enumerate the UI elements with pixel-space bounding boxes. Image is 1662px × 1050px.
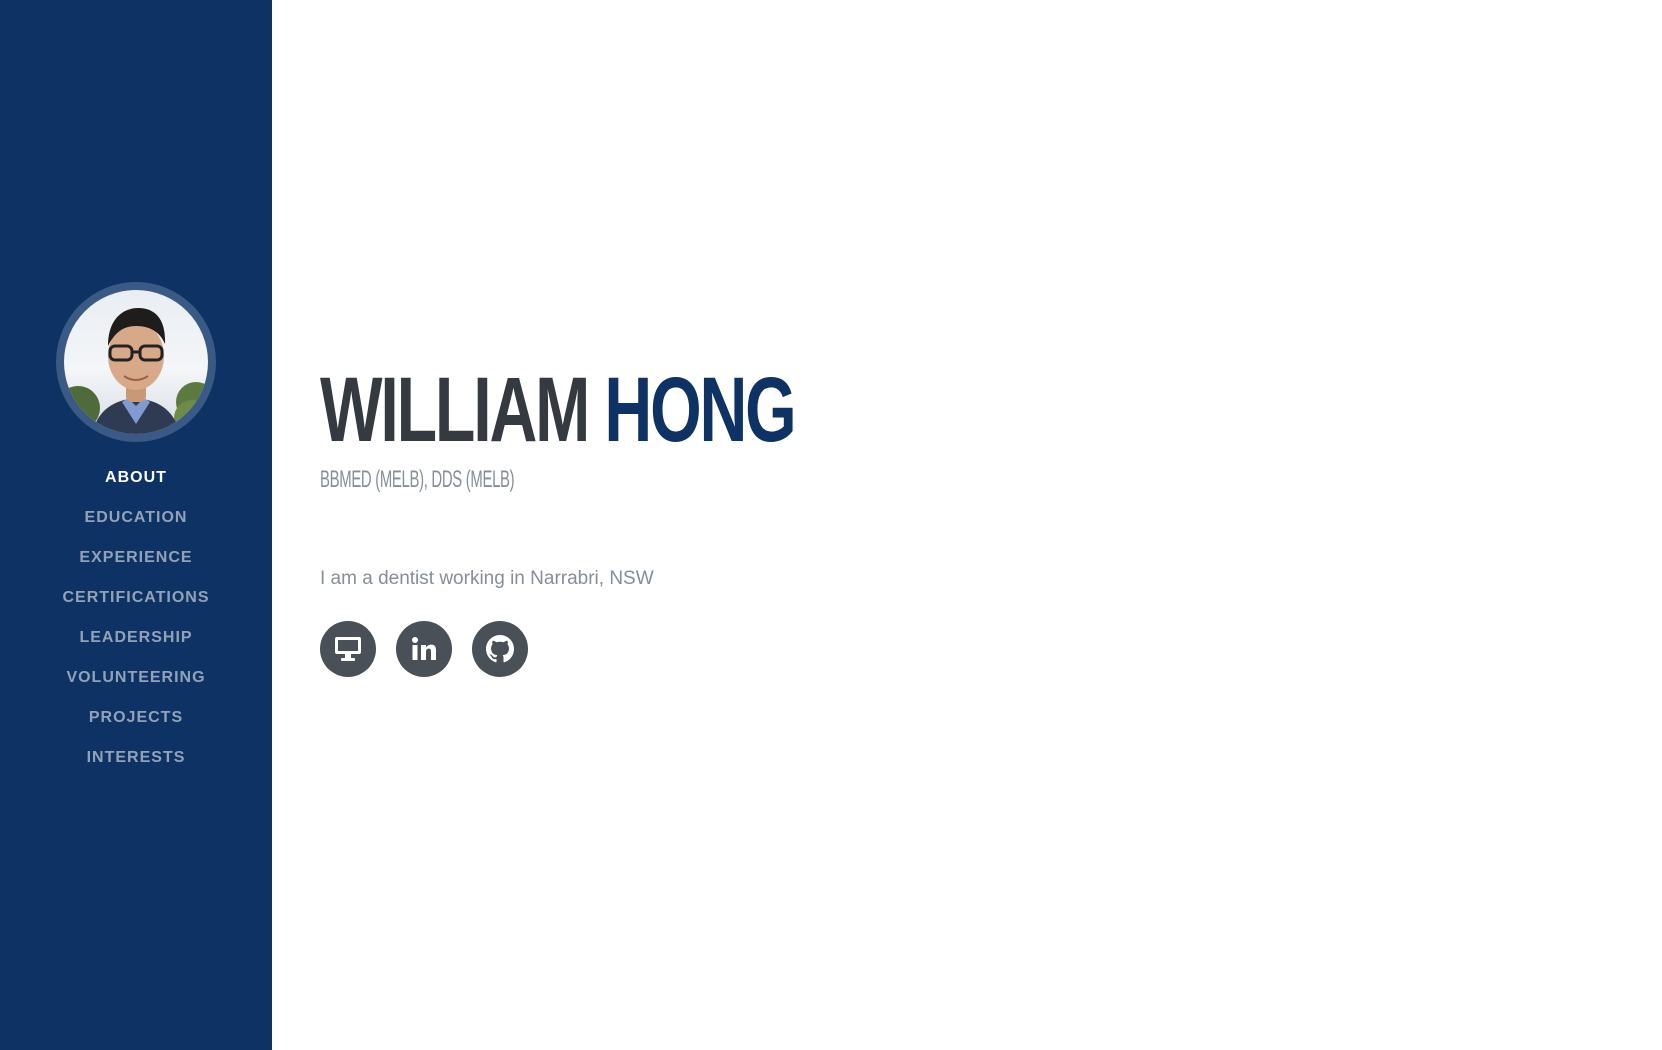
nav-item-leadership[interactable]: Leadership <box>0 618 272 658</box>
nav-item-experience[interactable]: Experience <box>0 538 272 578</box>
credentials: BBMED (MELB), DDS (MELB) <box>320 466 515 493</box>
intro-text: I am a dentist working in Narrabri, NSW <box>320 568 654 589</box>
avatar-photo <box>64 308 208 434</box>
nav-item-about[interactable]: About <box>0 458 272 498</box>
sidebar: About Education Experience Certification… <box>0 0 272 1050</box>
linkedin-link[interactable] <box>396 621 452 677</box>
last-name: HONG <box>604 359 796 461</box>
nav-item-education[interactable]: Education <box>0 498 272 538</box>
github-link[interactable] <box>472 621 528 677</box>
nav-item-interests[interactable]: Interests <box>0 738 272 778</box>
linkedin-icon <box>412 637 436 660</box>
page-title: WILLIAM HONG <box>320 359 797 461</box>
nav-item-projects[interactable]: Projects <box>0 698 272 738</box>
sidebar-nav: About Education Experience Certification… <box>0 458 272 778</box>
nav-item-certifications[interactable]: Certifications <box>0 578 272 618</box>
nav-item-volunteering[interactable]: Volunteering <box>0 658 272 698</box>
github-icon <box>486 635 514 663</box>
avatar <box>64 290 208 434</box>
first-name: WILLIAM <box>320 359 590 461</box>
desktop-icon <box>335 637 361 661</box>
desktop-link[interactable] <box>320 621 376 677</box>
avatar-frame <box>56 282 216 442</box>
social-icons <box>320 621 528 677</box>
